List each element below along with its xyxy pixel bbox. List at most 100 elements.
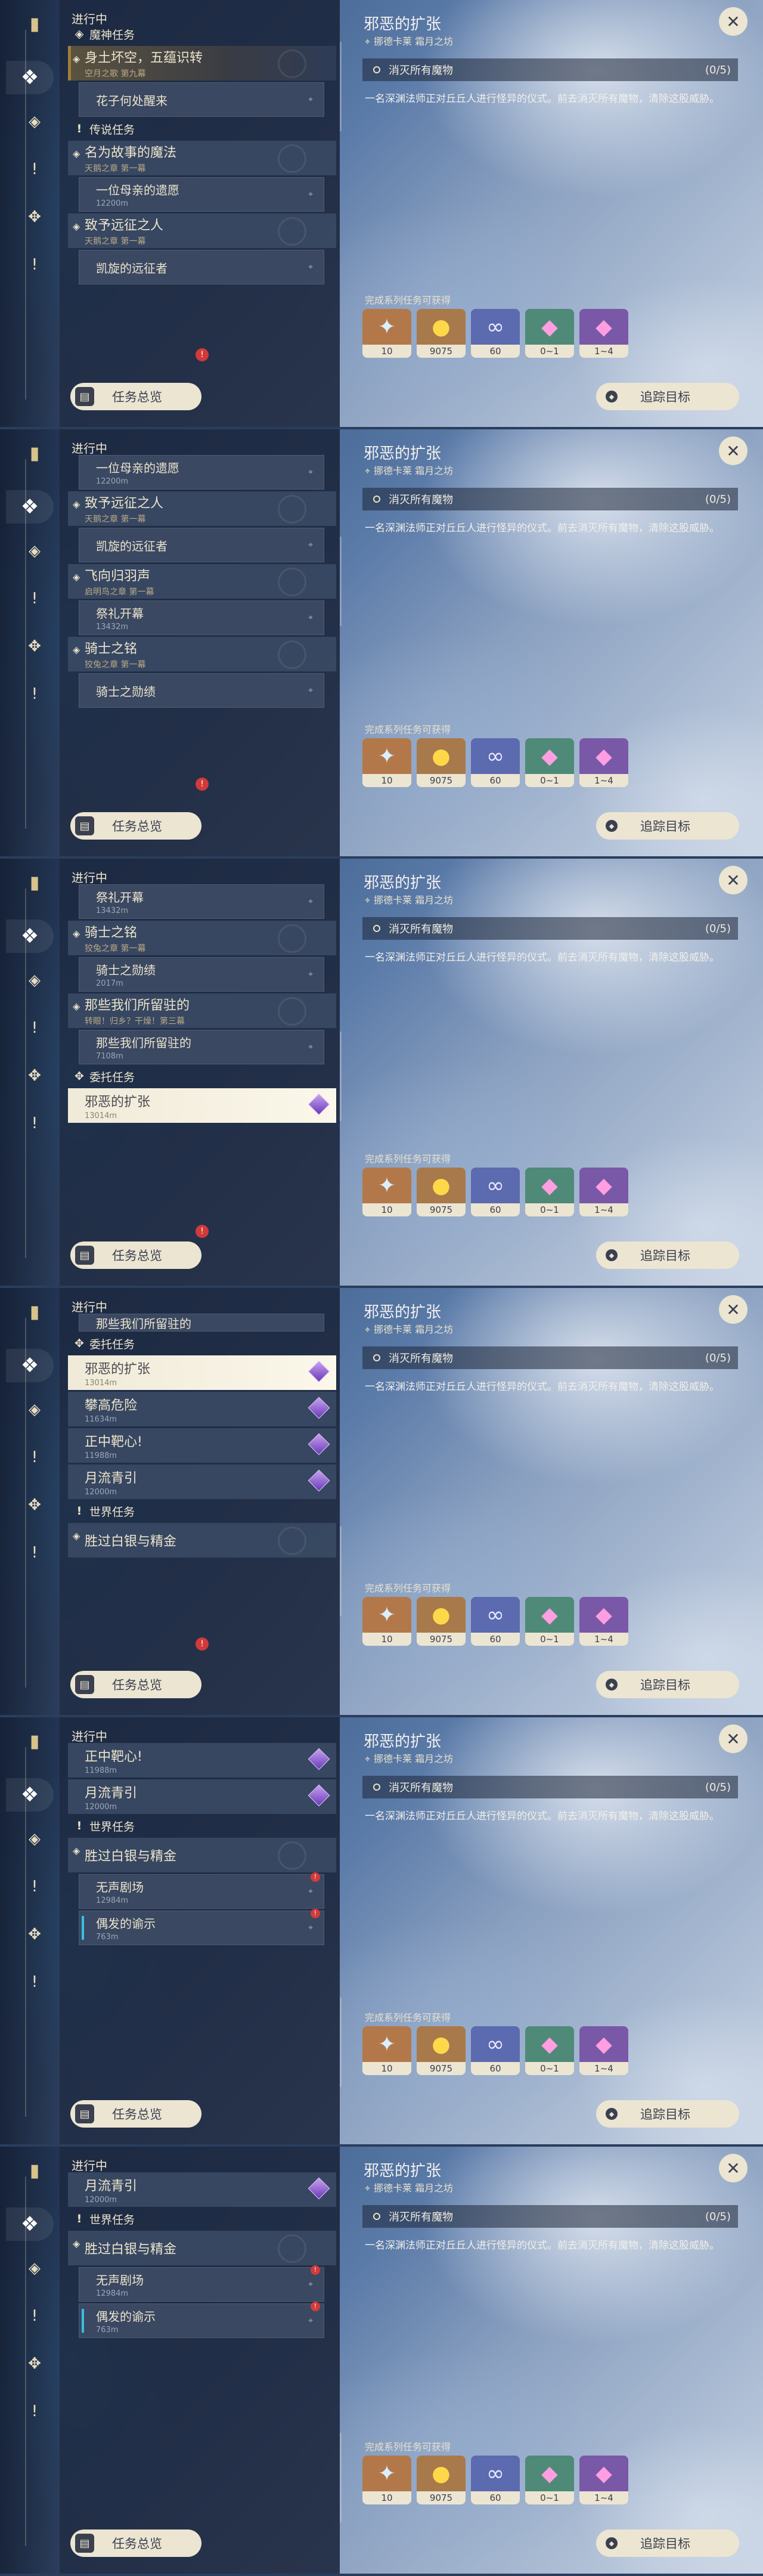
tab-all-quests-icon[interactable]: ❖ [6,919,54,953]
quest-item[interactable]: ◈ 致予远征之人 天鹅之章 第一幕 [68,491,336,526]
tab-archon-icon[interactable]: ◈ [21,967,48,993]
quest-item[interactable]: 月流青引 12000m [68,1779,336,1814]
quest-step[interactable]: 一位母亲的遗愿 12200m ⌖ [79,455,324,490]
tab-world-icon[interactable]: ! [21,1110,48,1137]
quest-item-selected[interactable]: 邪恶的扩张 13014m [68,1355,336,1390]
reward-item[interactable]: ◆ 0~1 [525,2456,574,2504]
reward-item[interactable]: ● 9075 [417,1597,466,1646]
list-scrollbar[interactable] [340,1032,342,1121]
track-objective-button[interactable]: ◆ 追踪目标 [596,812,739,840]
quest-item[interactable]: ◈ 名为故事的魔法 天鹅之章 第一幕 [68,141,336,175]
list-scrollbar[interactable] [340,537,342,626]
tab-all-quests-icon[interactable]: ❖ [6,2207,54,2241]
quest-step[interactable]: 祭礼开幕 13432m ⌖ [79,884,324,919]
reward-item[interactable]: ◆ 1~4 [579,309,628,358]
quest-book-icon[interactable]: ▮ [21,441,48,465]
quest-overview-button[interactable]: ▤ 任务总览 [70,2529,201,2557]
reward-item[interactable]: ✦ 10 [362,738,411,787]
quest-item[interactable]: ◈ 身土坏空，五蕴识转 空月之歌 第九幕 [68,46,336,80]
quest-item[interactable]: ◈ 那些我们所留驻的 转眼！归乡？干燥！第三幕 [68,993,336,1028]
tab-story-icon[interactable]: ! [21,1874,48,1900]
quest-book-icon[interactable]: ▮ [21,12,48,36]
reward-item[interactable]: ● 9075 [417,2026,466,2075]
tab-commission-icon[interactable]: ✥ [21,1921,48,1948]
tab-archon-icon[interactable]: ◈ [21,1826,48,1852]
quest-step[interactable]: 骑士之勋绩 2017m ⌖ [79,957,324,992]
close-button[interactable]: ✕ [719,866,748,894]
tab-story-icon[interactable]: ! [21,156,48,182]
reward-item[interactable]: ∞ 60 [471,309,520,358]
quest-book-icon[interactable]: ▮ [21,871,48,894]
reward-item[interactable]: ● 9075 [417,2456,466,2504]
quest-step[interactable]: 祭礼开幕 13432m ⌖ [79,600,324,635]
quest-overview-button[interactable]: ▤ 任务总览 [70,812,201,840]
tab-commission-icon[interactable]: ✥ [21,1492,48,1518]
reward-item[interactable]: ✦ 10 [362,1168,411,1216]
tab-story-icon[interactable]: ! [21,586,48,612]
tab-story-icon[interactable]: ! [21,1015,48,1041]
reward-item[interactable]: ◆ 0~1 [525,738,574,787]
quest-item[interactable]: ◈ 胜过白银与精金 [68,1838,336,1872]
track-objective-button[interactable]: ◆ 追踪目标 [596,2529,739,2557]
tab-world-icon[interactable]: ! [21,2398,48,2425]
close-button[interactable]: ✕ [719,2154,748,2182]
quest-overview-button[interactable]: ▤ 任务总览 [70,383,201,410]
quest-overview-button[interactable]: ▤ 任务总览 [70,1671,201,1698]
list-scrollbar[interactable] [340,1527,342,1616]
quest-item-selected[interactable]: 邪恶的扩张 13014m [68,1088,336,1123]
quest-list[interactable]: 祭礼开幕 13432m ⌖ ◈ 骑士之铭 狡兔之章 第一幕 骑士之勋绩 2017… [68,883,336,1228]
reward-item[interactable]: ◆ 0~1 [525,309,574,358]
reward-item[interactable]: ∞ 60 [471,738,520,787]
reward-item[interactable]: ● 9075 [417,1168,466,1216]
tab-commission-icon[interactable]: ✥ [21,1063,48,1089]
quest-step[interactable]: 一位母亲的遗愿 12200m ⌖ [79,177,324,212]
quest-list[interactable]: 一位母亲的遗愿 12200m ⌖ ◈ 致予远征之人 天鹅之章 第一幕 凯旋的远征… [68,453,336,799]
quest-item[interactable]: 正中靶心! 11988m [68,1428,336,1463]
quest-item[interactable]: 月流青引 12000m [68,1465,336,1499]
quest-step[interactable]: 偶发的谕示 763m ⌖ ! [79,2302,324,2338]
reward-item[interactable]: ◆ 1~4 [579,1597,628,1646]
reward-item[interactable]: ∞ 60 [471,1168,520,1216]
close-button[interactable]: ✕ [719,1295,748,1324]
reward-item[interactable]: ◆ 1~4 [579,2026,628,2075]
reward-item[interactable]: ◆ 0~1 [525,1168,574,1216]
tab-story-icon[interactable]: ! [21,2303,48,2329]
tab-all-quests-icon[interactable]: ❖ [6,490,54,524]
tab-archon-icon[interactable]: ◈ [21,109,48,135]
quest-step[interactable]: 偶发的谕示 763m ⌖ ! [79,1909,324,1945]
quest-step[interactable]: 骑士之勋绩 ⌖ [79,673,324,708]
tab-commission-icon[interactable]: ✥ [21,2351,48,2377]
track-objective-button[interactable]: ◆ 追踪目标 [596,383,739,410]
quest-list[interactable]: 正中靶心! 11988m 月流青引 12000m ! 世界任务 ◈ 胜过白银与精金… [68,1741,336,2087]
quest-step[interactable]: 无声剧场 12984m ⌖ ! [79,1872,324,1909]
tab-world-icon[interactable]: ! [21,252,48,278]
quest-overview-button[interactable]: ▤ 任务总览 [70,1241,201,1269]
reward-item[interactable]: ∞ 60 [471,2456,520,2504]
quest-item[interactable]: ◈ 胜过白银与精金 [68,1523,336,1558]
reward-item[interactable]: ● 9075 [417,738,466,787]
reward-item[interactable]: ◆ 0~1 [525,1597,574,1646]
tab-world-icon[interactable]: ! [21,1540,48,1566]
quest-book-icon[interactable]: ▮ [21,2159,48,2182]
list-scrollbar[interactable] [340,2433,342,2522]
reward-item[interactable]: ✦ 10 [362,1597,411,1646]
tab-world-icon[interactable]: ! [21,1969,48,1995]
reward-item[interactable]: ∞ 60 [471,2026,520,2075]
reward-item[interactable]: ✦ 10 [362,2026,411,2075]
reward-item[interactable]: ◆ 1~4 [579,738,628,787]
reward-item[interactable]: ◆ 1~4 [579,1168,628,1216]
quest-step[interactable]: 那些我们所留驻的 7108m ⌖ [79,1030,324,1064]
list-scrollbar[interactable] [340,1998,342,2087]
quest-item[interactable]: 正中靶心! 11988m [68,1743,336,1778]
reward-item[interactable]: ◆ 1~4 [579,2456,628,2504]
quest-overview-button[interactable]: ▤ 任务总览 [70,2100,201,2128]
quest-item[interactable]: ◈ 骑士之铭 狡兔之章 第一幕 [68,921,336,955]
list-scrollbar[interactable] [340,42,342,131]
track-objective-button[interactable]: ◆ 追踪目标 [596,1241,739,1269]
quest-step[interactable]: 无声剧场 12984m ⌖ ! [79,2265,324,2302]
close-button[interactable]: ✕ [719,1724,748,1753]
tab-story-icon[interactable]: ! [21,1444,48,1470]
tab-archon-icon[interactable]: ◈ [21,1397,48,1423]
quest-item[interactable]: ◈ 致予远征之人 天鹅之章 第一幕 [68,213,336,248]
quest-list[interactable]: 月流青引 12000m ! 世界任务 ◈ 胜过白银与精金 无声剧场 12984m … [68,2171,336,2516]
